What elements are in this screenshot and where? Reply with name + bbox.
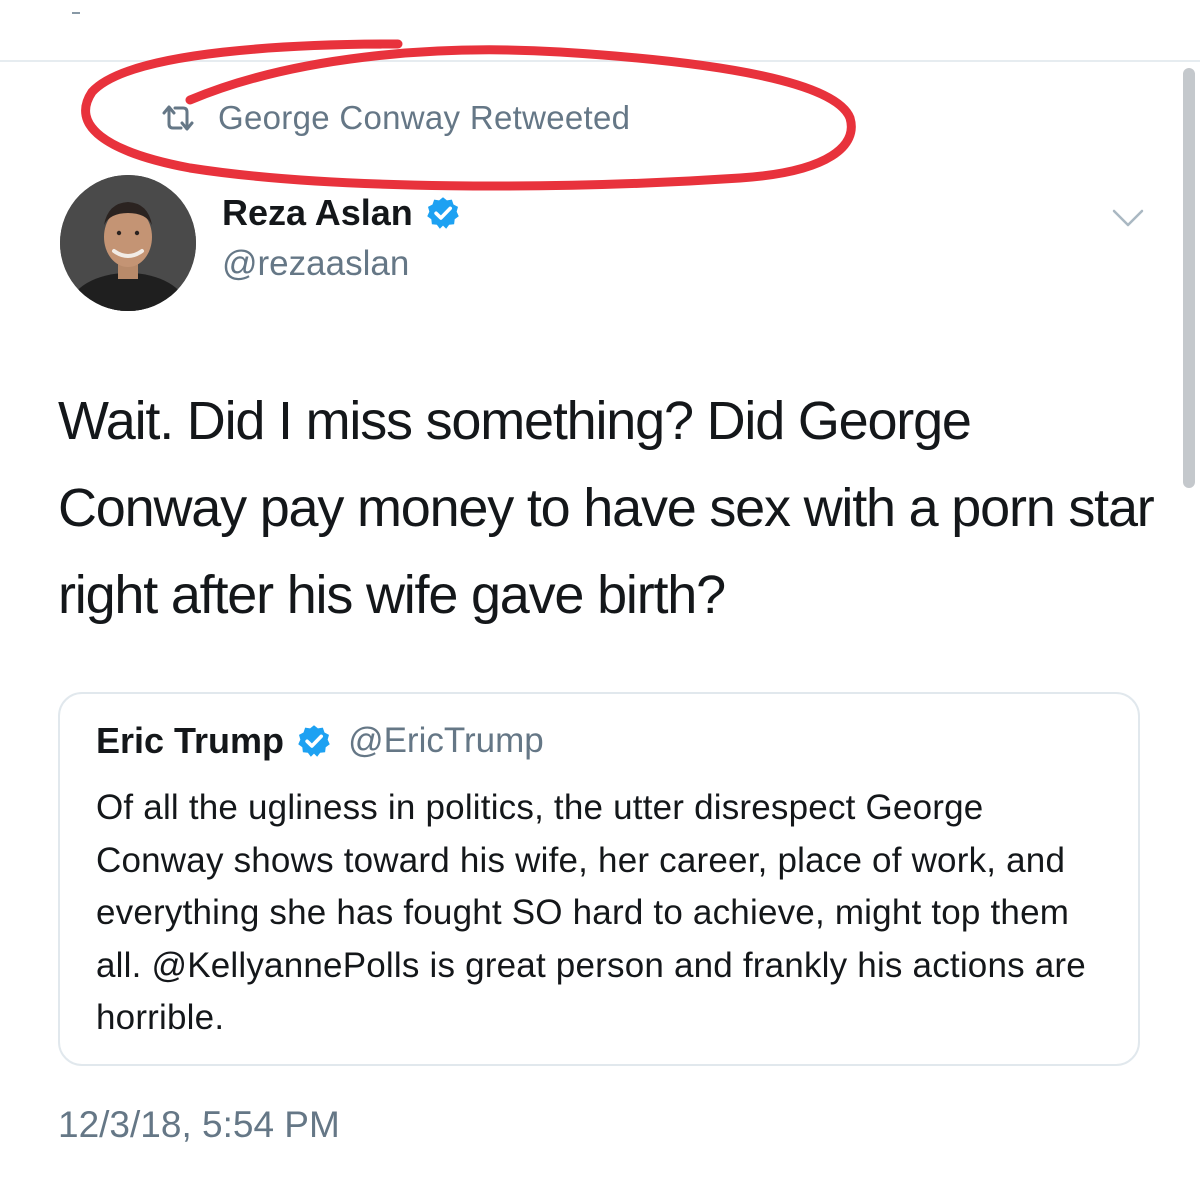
author-handle[interactable]: @rezaaslan — [222, 244, 409, 284]
tweet-author[interactable]: Reza Aslan — [222, 192, 461, 234]
tweet-text: Wait. Did I miss something? Did George C… — [58, 391, 1155, 625]
top-bar-mark — [72, 12, 80, 14]
retweet-icon — [162, 105, 194, 131]
retweet-label: George Conway Retweeted — [218, 99, 631, 136]
chevron-down-icon[interactable] — [1110, 206, 1146, 230]
avatar[interactable] — [60, 175, 196, 311]
author-name[interactable]: Reza Aslan — [222, 192, 413, 234]
top-divider — [0, 60, 1200, 62]
quoted-tweet-text: Of all the ugliness in politics, the utt… — [96, 788, 1086, 1037]
scrollbar[interactable] — [1183, 68, 1195, 488]
quoted-author-name: Eric Trump — [96, 720, 285, 761]
retweet-context[interactable]: George Conway Retweeted — [160, 96, 630, 140]
quoted-tweet-header: Eric Trump @EricTrump — [96, 720, 544, 762]
tweet-timestamp: 12/3/18, 5:54 PM — [58, 1104, 340, 1145]
verified-badge-icon — [427, 197, 459, 229]
quoted-author-handle: @EricTrump — [348, 721, 544, 760]
verified-badge-icon — [298, 725, 330, 757]
quoted-tweet-card[interactable]: Eric Trump @EricTrump Of all the uglines… — [58, 692, 1140, 1066]
profile-photo — [60, 175, 196, 311]
